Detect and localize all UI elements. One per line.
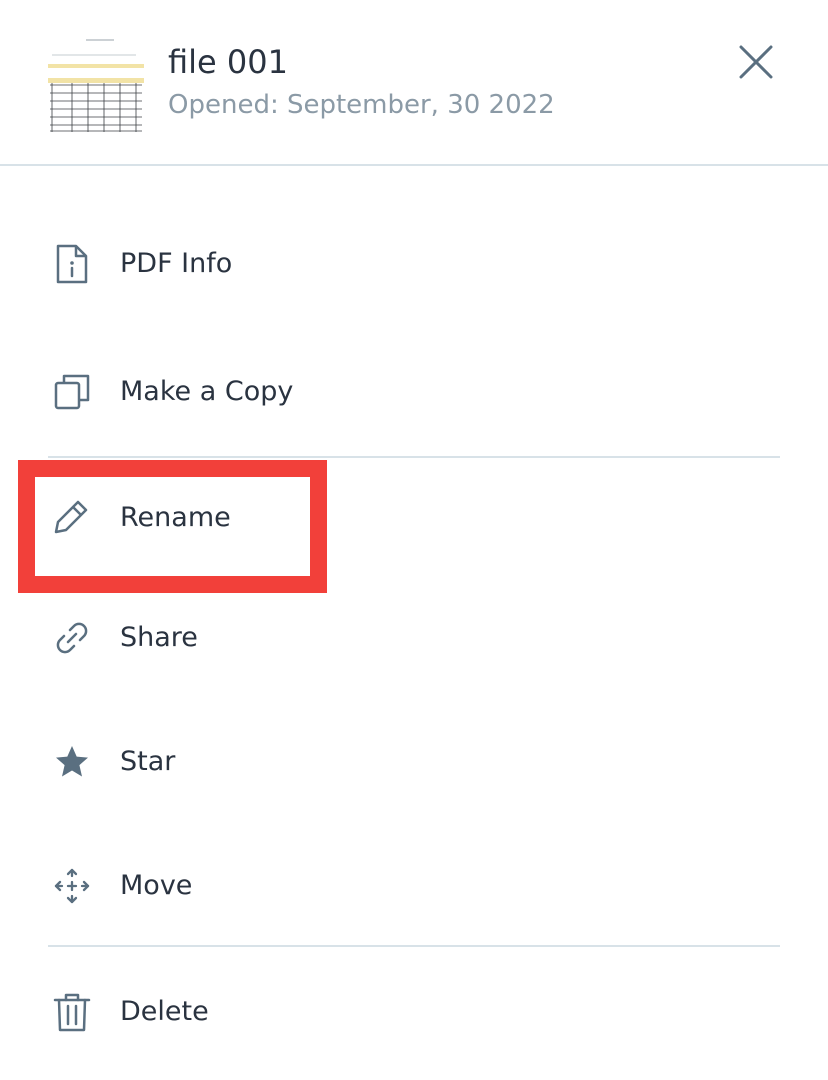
close-button[interactable] xyxy=(732,38,780,86)
menu-divider xyxy=(48,945,780,947)
menu-item-delete[interactable]: Delete xyxy=(48,964,780,1060)
trash-icon xyxy=(53,993,91,1032)
file-info-icon xyxy=(56,244,88,284)
menu-label-star: Star xyxy=(120,746,176,777)
document-thumbnail-image xyxy=(48,35,144,133)
link-icon xyxy=(56,622,88,654)
menu-item-make-copy[interactable]: Make a Copy xyxy=(48,344,780,440)
menu-label-move: Move xyxy=(120,870,193,901)
menu-divider xyxy=(48,456,780,458)
menu-item-pdf-info[interactable]: PDF Info xyxy=(48,216,780,312)
move-arrows-icon xyxy=(54,868,90,904)
file-options-sheet: file 001 Opened: September, 30 2022 PDF … xyxy=(0,0,828,1080)
menu-item-share[interactable]: Share xyxy=(48,590,780,686)
file-opened-date: Opened: September, 30 2022 xyxy=(168,90,555,120)
menu-item-move[interactable]: Move xyxy=(48,838,780,934)
menu-label-delete: Delete xyxy=(120,996,209,1027)
copy-icon xyxy=(54,374,90,410)
file-title: file 001 xyxy=(168,43,288,81)
file-thumbnail xyxy=(48,35,144,133)
menu-label-make-copy: Make a Copy xyxy=(120,376,294,407)
menu-label-rename: Rename xyxy=(120,502,231,533)
menu-item-rename[interactable]: Rename xyxy=(48,470,780,566)
menu-item-star[interactable]: Star xyxy=(48,714,780,810)
star-icon xyxy=(56,746,88,777)
close-icon xyxy=(739,45,773,79)
menu-label-pdf-info: PDF Info xyxy=(120,248,233,279)
file-header: file 001 Opened: September, 30 2022 xyxy=(0,0,828,166)
pencil-icon xyxy=(54,500,88,534)
menu-label-share: Share xyxy=(120,622,198,653)
